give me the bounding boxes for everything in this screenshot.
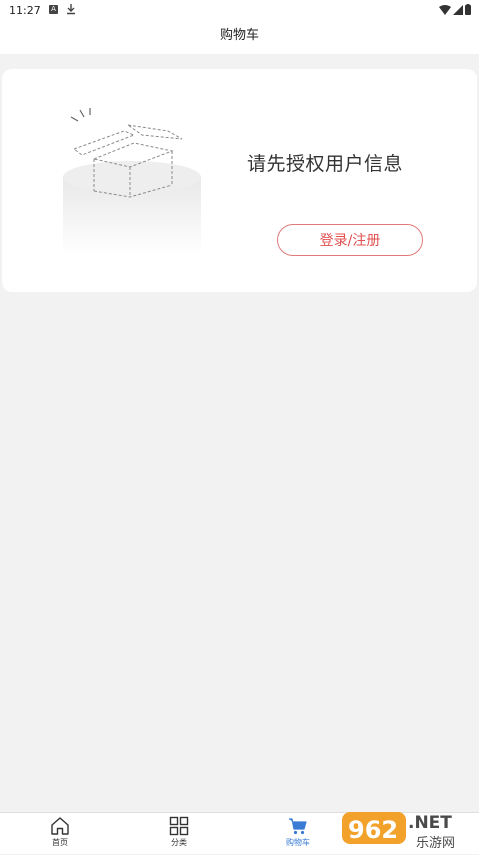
watermark-subtitle: 乐游网: [416, 836, 455, 851]
tab-category-label: 分类: [171, 838, 187, 847]
status-icons: [439, 4, 471, 15]
watermark-suffix: .NET: [408, 813, 452, 833]
status-time: 11:27: [9, 4, 41, 17]
auth-message: 请先授权用户信息: [247, 153, 404, 175]
page-title: 购物车: [219, 28, 259, 43]
page-header: 购物车: [0, 22, 479, 54]
battery-icon: [465, 4, 471, 15]
home-icon: [51, 817, 69, 835]
a-badge-icon: A: [49, 5, 58, 14]
tab-home-label: 首页: [52, 838, 68, 847]
cart-icon: [289, 818, 307, 835]
grid-icon: [169, 816, 189, 836]
auth-card: 请先授权用户信息 登录/注册: [2, 69, 477, 292]
watermark-brand: 962: [348, 816, 398, 844]
signal-icon: [453, 4, 463, 15]
wifi-icon: [439, 4, 451, 15]
empty-box-illustration: [60, 105, 205, 259]
status-bar: 11:27 A: [0, 0, 479, 22]
tab-cart[interactable]: 购物车: [268, 816, 328, 852]
tab-category[interactable]: 分类: [149, 816, 209, 852]
site-watermark: 962 .NET 乐游网: [340, 806, 477, 851]
tab-home[interactable]: 首页: [30, 816, 90, 852]
download-icon: [66, 3, 76, 18]
login-register-button[interactable]: 登录/注册: [277, 224, 423, 256]
tab-cart-label: 购物车: [286, 838, 310, 847]
